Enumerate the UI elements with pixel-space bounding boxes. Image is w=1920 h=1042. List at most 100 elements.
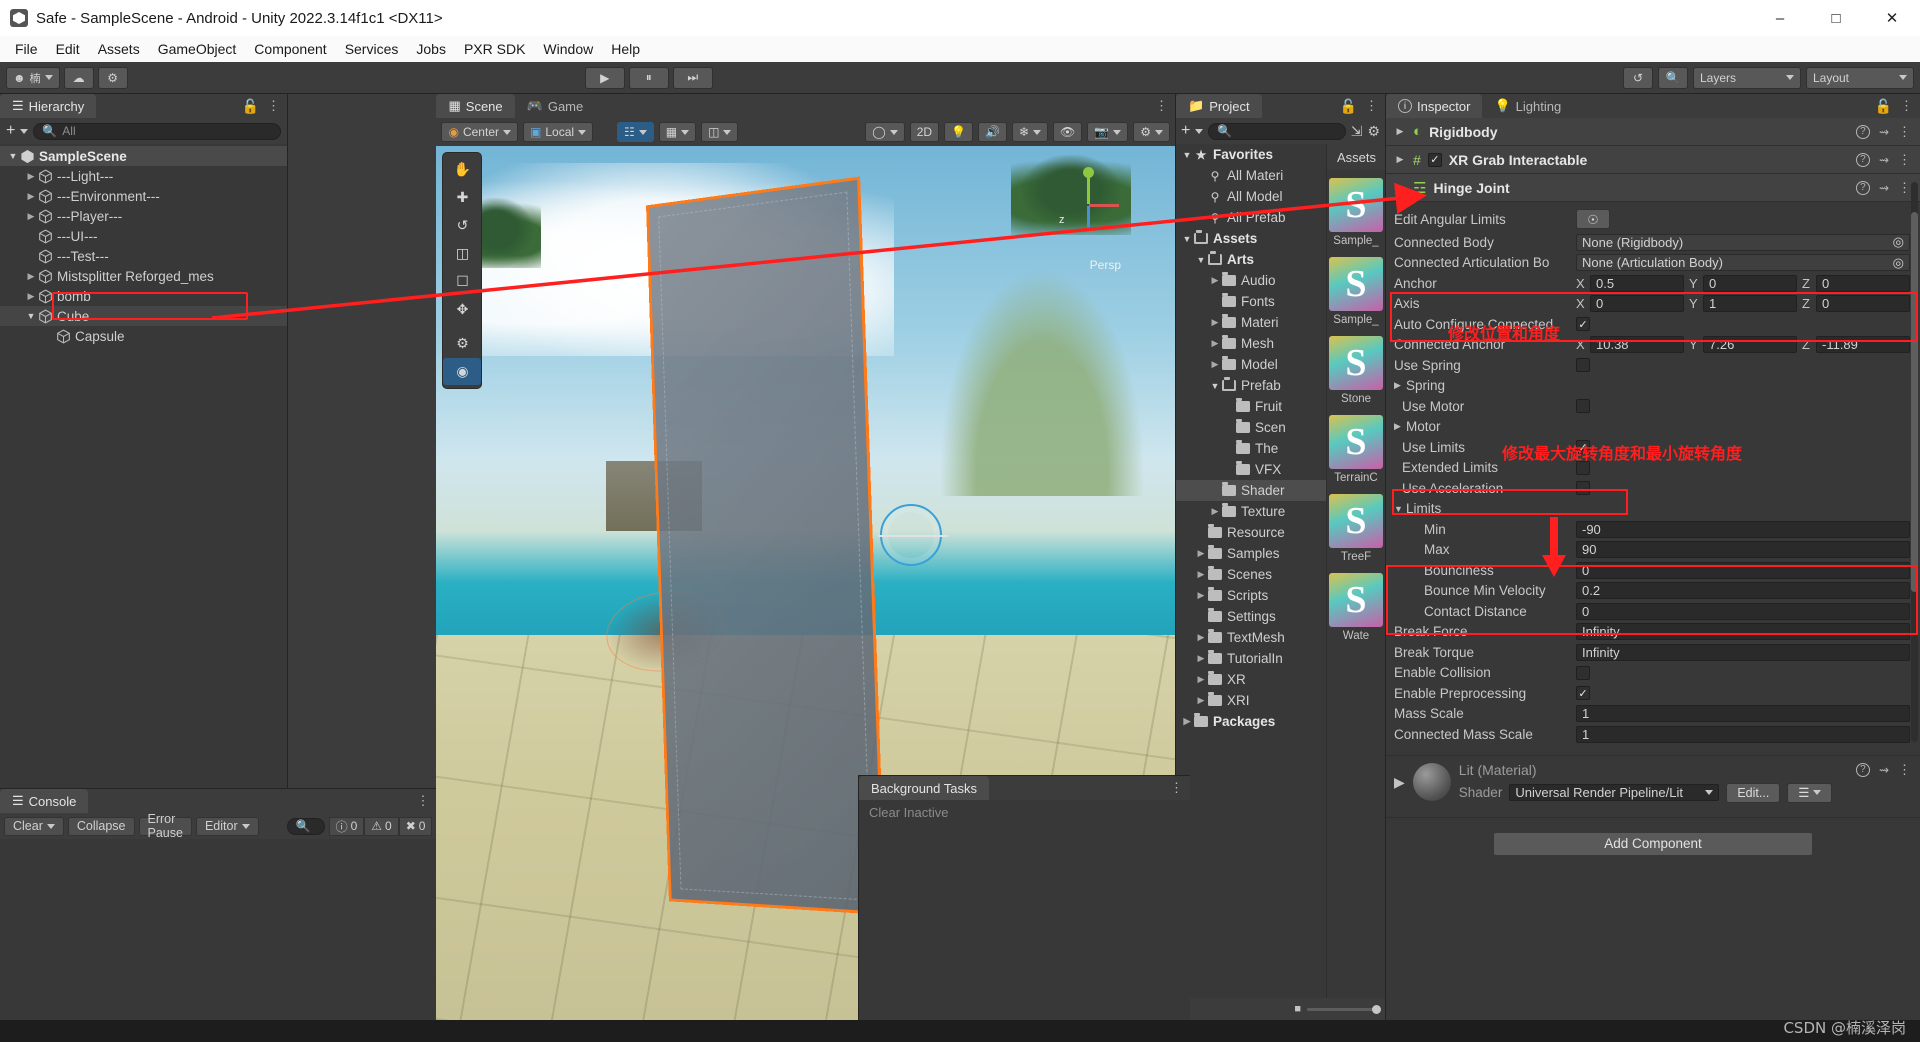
object-picker-icon[interactable]: ◎ <box>1893 234 1904 250</box>
help-icon[interactable]: ? <box>1855 180 1870 195</box>
maximize-button[interactable]: □ <box>1808 0 1864 36</box>
hierarchy-item[interactable]: Capsule <box>0 326 287 346</box>
log-count-badge[interactable]: ⓘ 0 <box>328 816 365 836</box>
hierarchy-lock-icon[interactable]: 🔓 <box>242 98 259 115</box>
project-tree-item[interactable]: ▶ XR <box>1176 669 1326 690</box>
hierarchy-item[interactable]: ▶ ---Player--- <box>0 206 287 226</box>
rect-tool-icon[interactable]: ☐ <box>443 268 481 295</box>
pause-button[interactable]: ⏸ <box>628 66 669 89</box>
hierarchy-item[interactable]: ▶ ---Environment--- <box>0 186 287 206</box>
project-filter-icon[interactable]: ⚙ <box>1367 123 1380 140</box>
clear-inactive-button[interactable]: Clear Inactive <box>859 800 1190 824</box>
min-input[interactable]: -90 <box>1576 520 1910 538</box>
component-menu-icon[interactable]: ⋮ <box>1898 124 1912 140</box>
material-header[interactable]: ▶ Lit (Material) ? ⇝ ⋮ Shader Universal … <box>1386 754 1920 809</box>
close-button[interactable]: ✕ <box>1864 0 1920 36</box>
console-menu-icon[interactable]: ⋮ <box>416 793 430 809</box>
scene-lighting-button[interactable]: 💡 <box>944 122 974 142</box>
project-tree-item[interactable]: ▼ Prefab <box>1176 375 1326 396</box>
chevron-down-icon[interactable]: ▼ <box>1394 504 1406 514</box>
project-tree-item[interactable]: ▶ XRI <box>1176 690 1326 711</box>
chevron-down-icon[interactable] <box>1705 790 1714 795</box>
grid-snap-button[interactable]: ☷ <box>617 122 654 142</box>
hierarchy-item[interactable]: ---UI--- <box>0 226 287 246</box>
error-pause-button[interactable]: Error Pause <box>138 812 192 840</box>
help-icon[interactable]: ? <box>1855 124 1870 139</box>
chevron-right-icon[interactable]: ▶ <box>1394 182 1406 193</box>
tab-scene[interactable]: ▦ Scene <box>436 94 515 118</box>
help-icon[interactable]: ? <box>1855 762 1870 777</box>
chevron-right-icon[interactable]: ▶ <box>24 271 38 282</box>
asset-item[interactable]: S Sample_ <box>1327 170 1385 249</box>
extended-limits-checkbox[interactable] <box>1576 460 1590 475</box>
component-menu-icon[interactable]: ⋮ <box>1898 152 1912 168</box>
use-limits-checkbox[interactable]: ✓ <box>1576 440 1590 455</box>
hierarchy-item[interactable]: ---Test--- <box>0 246 287 266</box>
project-tree-item[interactable]: ▶ Model <box>1176 354 1326 375</box>
bounce-min-velocity-input[interactable]: 0.2 <box>1576 582 1910 600</box>
chevron-right-icon[interactable]: ▶ <box>1208 275 1222 286</box>
auto-configure-checkbox[interactable]: ✓ <box>1576 317 1590 332</box>
component-header-xr-grab-interactable[interactable]: ▶ # ✓ XR Grab Interactable ? ⇝ ⋮ <box>1386 146 1920 174</box>
project-tree-item[interactable]: ▶ Materi <box>1176 312 1326 333</box>
enable-preprocessing-checkbox[interactable]: ✓ <box>1576 686 1590 701</box>
minimize-button[interactable]: – <box>1752 0 1808 36</box>
break-torque-input[interactable]: Infinity <box>1576 643 1910 661</box>
editor-dropdown[interactable]: Editor <box>195 816 259 836</box>
chevron-right-icon[interactable]: ▶ <box>1194 632 1208 643</box>
project-tree-item[interactable]: ▶ Scenes <box>1176 564 1326 585</box>
chevron-right-icon[interactable]: ▶ <box>1394 774 1405 791</box>
clear-dropdown-caret-icon[interactable] <box>46 823 55 829</box>
axis-z-input[interactable]: 0 <box>1816 295 1910 313</box>
tab-background-tasks[interactable]: Background Tasks <box>859 776 989 800</box>
hierarchy-item[interactable]: ▼ SampleScene <box>0 146 287 166</box>
step-button[interactable]: ⏭ <box>672 66 713 89</box>
rotation-gizmo[interactable] <box>877 504 948 567</box>
connected-anchor-y-input[interactable]: 7.26 <box>1703 336 1797 354</box>
space-mode-button[interactable]: ▣ Local <box>523 122 594 142</box>
search-scope-icon[interactable]: ⇲ <box>1351 123 1363 140</box>
connected-articulation-body-field[interactable]: None (Articulation Body) ◎ <box>1576 254 1910 272</box>
menu-item-help[interactable]: Help <box>602 38 649 60</box>
transform-tool-icon[interactable]: ✥ <box>443 296 481 323</box>
layout-dropdown[interactable]: Layout <box>1805 66 1914 89</box>
collapse-button[interactable]: Collapse <box>67 816 135 836</box>
cloud-icon[interactable]: ☁ <box>63 66 94 89</box>
hierarchy-menu-icon[interactable]: ⋮ <box>267 98 281 114</box>
chevron-right-icon[interactable]: ▶ <box>24 211 38 222</box>
project-zoom-slider[interactable]: ■ <box>1176 998 1385 1020</box>
chevron-right-icon[interactable]: ▶ <box>1394 154 1406 165</box>
chevron-down-icon[interactable]: ▼ <box>6 151 20 161</box>
preset-icon[interactable]: ⇝ <box>1879 181 1889 195</box>
menu-item-component[interactable]: Component <box>245 38 335 60</box>
inspector-scrollbar[interactable] <box>1911 182 1918 742</box>
custom-tool-icon[interactable]: ⚙ <box>443 330 481 357</box>
asset-item[interactable]: S Wate <box>1327 565 1385 644</box>
chevron-right-icon[interactable]: ▶ <box>1194 653 1208 664</box>
menu-item-file[interactable]: File <box>6 38 47 60</box>
contact-distance-input[interactable]: 0 <box>1576 602 1910 620</box>
add-component-button[interactable]: Add Component <box>1493 831 1813 856</box>
pivot-mode-button[interactable]: ◉ Center <box>441 122 518 142</box>
add-dropdown-caret-icon[interactable] <box>20 128 29 134</box>
component-header-hinge-joint[interactable]: ▶ ☲ Hinge Joint ? ⇝ ⋮ <box>1386 174 1920 202</box>
gizmos-button[interactable]: ⚙ <box>1133 122 1170 142</box>
account-icon[interactable]: ☻ 楠 <box>6 66 60 89</box>
row-motor[interactable]: ▶ Motor <box>1386 417 1920 438</box>
row-limits[interactable]: ▼ Limits <box>1386 499 1920 520</box>
tab-lighting[interactable]: 💡 Lighting <box>1482 94 1574 118</box>
tab-hierarchy[interactable]: ☰ Hierarchy <box>0 94 97 118</box>
chevron-right-icon[interactable]: ▶ <box>24 191 38 202</box>
project-tree-item[interactable]: Fonts <box>1176 291 1326 312</box>
background-tasks-menu-icon[interactable]: ⋮ <box>1170 780 1184 796</box>
chevron-down-icon[interactable] <box>503 129 511 135</box>
project-tree-item[interactable]: ▶ Audio <box>1176 270 1326 291</box>
project-tree-item[interactable]: ▼ Arts <box>1176 249 1326 270</box>
chevron-right-icon[interactable]: ▶ <box>1194 695 1208 706</box>
menu-item-assets[interactable]: Assets <box>89 38 149 60</box>
chevron-right-icon[interactable]: ▶ <box>1208 317 1222 328</box>
connected-anchor-x-input[interactable]: 10.38 <box>1590 336 1684 354</box>
max-input[interactable]: 90 <box>1576 541 1910 559</box>
clear-button[interactable]: Clear <box>4 816 64 836</box>
warning-count-badge[interactable]: ⚠ 0 <box>364 816 399 836</box>
